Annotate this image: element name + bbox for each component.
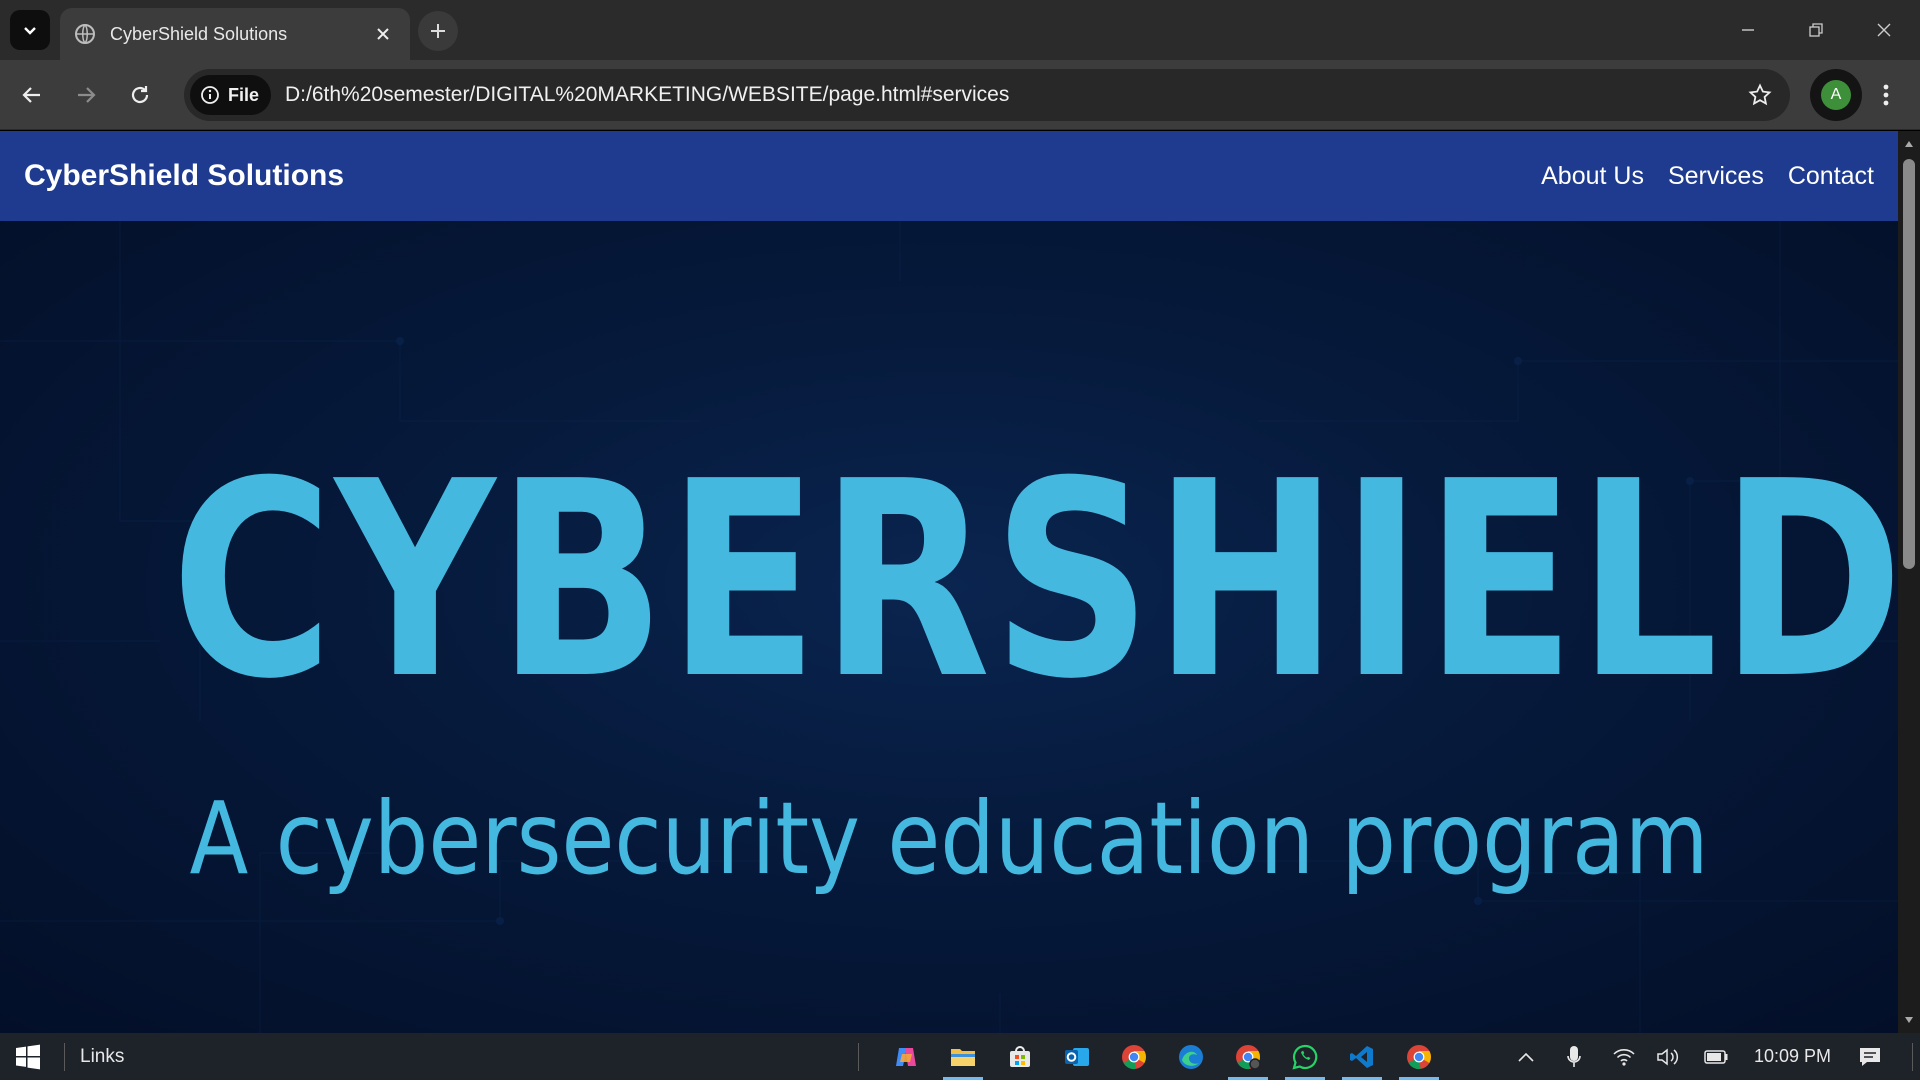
triangle-up-icon [1905, 141, 1913, 147]
nav-link-services[interactable]: Services [1668, 162, 1764, 191]
notification-icon [1860, 1048, 1880, 1066]
taskbar: Links 10:09 PM [0, 1033, 1920, 1080]
page-scrollbar[interactable] [1898, 131, 1920, 1033]
minimize-button[interactable] [1714, 0, 1782, 60]
browser-menu-button[interactable] [1866, 75, 1906, 115]
taskbar-clock[interactable]: 10:09 PM [1754, 1046, 1831, 1067]
show-hidden-icons-button[interactable] [1508, 1039, 1544, 1075]
nav-link-about-us[interactable]: About Us [1541, 162, 1644, 191]
notifications-button[interactable] [1852, 1039, 1888, 1075]
file-explorer-icon[interactable] [939, 1037, 987, 1080]
forward-button[interactable] [66, 75, 106, 115]
chevron-up-icon [1518, 1052, 1534, 1062]
triangle-down-icon [1905, 1017, 1913, 1023]
site-info-chip[interactable]: File [190, 75, 272, 115]
url-text[interactable]: D:/6th%20semester/DIGITAL%20MARKETING/WE… [285, 83, 1740, 107]
scroll-up-arrow[interactable] [1898, 133, 1920, 155]
microsoft-store-icon[interactable] [996, 1037, 1044, 1077]
chrome-profile-icon[interactable] [1224, 1037, 1272, 1080]
links-toolbar-label[interactable]: Links [80, 1046, 124, 1068]
active-tab[interactable]: CyberShield Solutions [60, 8, 410, 60]
tab-title: CyberShield Solutions [110, 23, 288, 44]
browser-toolbar: File D:/6th%20semester/DIGITAL%20MARKETI… [0, 60, 1920, 130]
site-header: CyberShield Solutions About Us Services … [0, 131, 1898, 221]
address-bar[interactable]: File D:/6th%20semester/DIGITAL%20MARKETI… [184, 69, 1790, 121]
outlook-icon[interactable] [1053, 1037, 1101, 1077]
battery-icon[interactable] [1698, 1039, 1734, 1075]
globe-icon [75, 24, 95, 44]
whatsapp-icon[interactable] [1281, 1037, 1329, 1080]
wifi-icon[interactable] [1606, 1039, 1642, 1075]
site-brand[interactable]: CyberShield Solutions [24, 159, 344, 193]
scroll-thumb[interactable] [1903, 159, 1915, 569]
hero-banner: CYBERSHIELD A cybersecurity education pr… [0, 221, 1898, 1033]
show-desktop-divider[interactable] [1912, 1043, 1913, 1071]
start-button[interactable] [8, 1039, 48, 1075]
info-icon [201, 86, 219, 104]
tab-search-button[interactable] [10, 10, 50, 50]
profile-button[interactable]: A [1810, 69, 1862, 121]
site-nav: About Us Services Contact [1541, 162, 1874, 191]
reload-button[interactable] [120, 75, 160, 115]
chrome-alt-icon[interactable] [1395, 1037, 1443, 1080]
arrow-right-icon [78, 87, 96, 103]
new-tab-button[interactable] [418, 11, 458, 51]
page-viewport: CyberShield Solutions About Us Services … [0, 131, 1898, 1033]
chevron-down-icon [24, 27, 36, 35]
vscode-icon[interactable] [1338, 1037, 1386, 1080]
windows-logo-icon [16, 1044, 40, 1070]
plus-icon [431, 24, 445, 38]
scroll-down-arrow[interactable] [1898, 1009, 1920, 1031]
nav-link-contact[interactable]: Contact [1788, 162, 1874, 191]
reload-icon [131, 86, 149, 104]
site-info-label: File [228, 84, 260, 105]
more-vertical-icon [1883, 84, 1889, 106]
bookmark-button[interactable] [1740, 75, 1780, 115]
star-icon [1748, 83, 1772, 106]
restore-button[interactable] [1782, 0, 1850, 60]
volume-icon[interactable] [1650, 1039, 1686, 1075]
taskbar-divider [64, 1043, 65, 1071]
copilot-icon[interactable] [882, 1037, 930, 1077]
close-icon [1877, 23, 1891, 37]
arrow-left-icon [22, 87, 40, 103]
edge-icon[interactable] [1167, 1037, 1215, 1077]
taskbar-divider [858, 1043, 859, 1071]
microphone-icon[interactable] [1556, 1039, 1592, 1075]
minimize-icon [1742, 29, 1754, 31]
close-window-button[interactable] [1850, 0, 1918, 60]
tab-strip: CyberShield Solutions [0, 0, 1920, 60]
close-tab-icon[interactable] [370, 21, 396, 47]
restore-icon [1809, 23, 1823, 37]
hero-title: CYBERSHIELD [170, 423, 1898, 738]
chrome-icon[interactable] [1110, 1037, 1158, 1077]
avatar: A [1821, 80, 1851, 110]
back-button[interactable] [12, 75, 52, 115]
hero-subtitle: A cybersecurity education program [189, 780, 1709, 897]
